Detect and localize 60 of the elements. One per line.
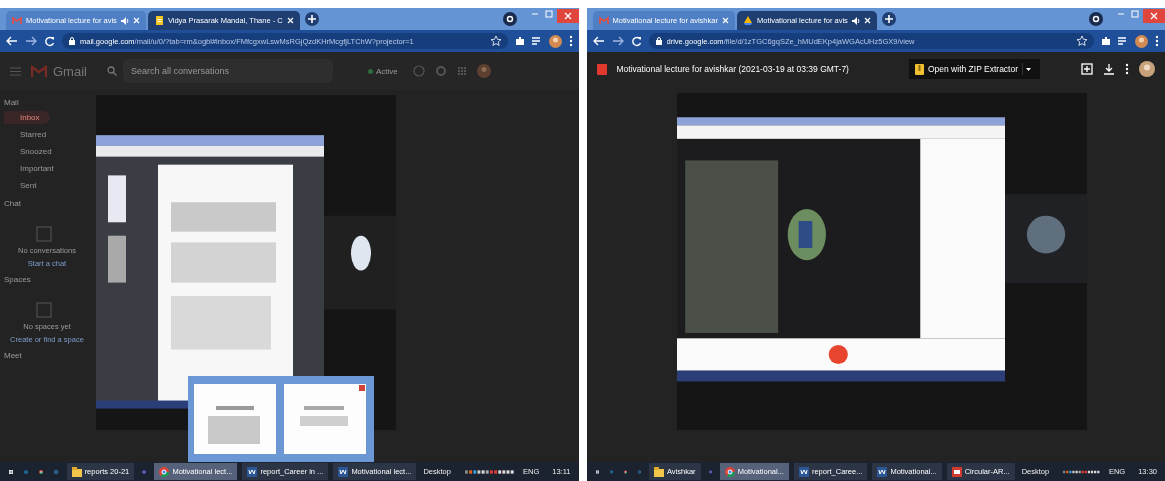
word-icon bbox=[247, 466, 258, 477]
nav-item[interactable]: Important bbox=[4, 162, 54, 175]
folder-icon bbox=[71, 466, 82, 477]
speaker-icon[interactable] bbox=[851, 16, 860, 25]
section-heading[interactable]: Spaces bbox=[4, 275, 31, 284]
folder-icon bbox=[653, 466, 664, 477]
search-icon[interactable] bbox=[106, 66, 117, 76]
close-icon[interactable] bbox=[286, 17, 294, 24]
new-tab-icon[interactable] bbox=[881, 12, 896, 26]
nav-item[interactable]: Inbox bbox=[4, 111, 50, 124]
section-heading[interactable]: Mail bbox=[4, 98, 19, 107]
back-icon[interactable] bbox=[6, 36, 18, 46]
placeholder-icon bbox=[36, 226, 52, 242]
avatar-icon[interactable] bbox=[1135, 34, 1148, 48]
app-name: Gmail bbox=[53, 63, 87, 79]
playlist-icon[interactable] bbox=[1118, 36, 1128, 46]
document-icon bbox=[153, 15, 164, 26]
profile-icon[interactable] bbox=[502, 12, 517, 26]
add-comment-icon[interactable] bbox=[1081, 63, 1093, 75]
gmail-icon bbox=[598, 15, 609, 26]
back-icon[interactable] bbox=[592, 36, 605, 46]
gmail-icon bbox=[12, 15, 22, 26]
star-icon[interactable] bbox=[1077, 36, 1087, 46]
section-heading[interactable]: Meet bbox=[4, 351, 22, 360]
close-icon[interactable] bbox=[863, 17, 871, 24]
nav-item[interactable]: Snoozed bbox=[4, 145, 52, 158]
download-icon[interactable] bbox=[1103, 63, 1115, 75]
avatar-icon[interactable] bbox=[1139, 61, 1155, 77]
forward-icon[interactable] bbox=[25, 36, 37, 46]
nav-item[interactable]: Sent bbox=[4, 179, 37, 192]
search-field[interactable]: Search all conversations bbox=[122, 59, 333, 83]
chrome-icon bbox=[159, 466, 170, 477]
word-icon bbox=[877, 466, 888, 477]
file-title: Motivational lecture for avishkar (2021-03-19 at 03:39 GMT-7) bbox=[616, 64, 849, 74]
chrome-icon bbox=[724, 466, 735, 477]
gmail-logo-icon bbox=[31, 65, 47, 77]
status-button[interactable]: Active bbox=[362, 64, 403, 78]
word-icon bbox=[338, 466, 349, 477]
placeholder-icon bbox=[36, 302, 52, 318]
more-icon[interactable] bbox=[1125, 63, 1129, 75]
archive-icon bbox=[914, 63, 924, 75]
open-with-button[interactable]: Open with ZIP Extractor bbox=[908, 59, 1041, 79]
avatar-icon[interactable] bbox=[548, 34, 562, 48]
forward-icon[interactable] bbox=[611, 36, 624, 46]
profile-icon[interactable] bbox=[1089, 12, 1103, 26]
lock-icon bbox=[655, 37, 662, 45]
reload-icon[interactable] bbox=[44, 35, 55, 47]
more-icon[interactable] bbox=[1155, 35, 1159, 47]
lock-icon bbox=[69, 37, 75, 45]
triangle-icon bbox=[742, 15, 753, 26]
pdf-file-icon bbox=[951, 466, 962, 477]
file-icon bbox=[596, 63, 607, 75]
playlist-icon[interactable] bbox=[531, 36, 542, 46]
reload-icon[interactable] bbox=[630, 35, 642, 47]
nav-item[interactable]: Starred bbox=[4, 128, 47, 141]
new-tab-icon[interactable] bbox=[304, 12, 319, 26]
word-icon bbox=[798, 466, 809, 477]
star-icon[interactable] bbox=[490, 36, 501, 46]
section-heading[interactable]: Chat bbox=[4, 199, 21, 208]
more-icon[interactable] bbox=[568, 35, 573, 47]
